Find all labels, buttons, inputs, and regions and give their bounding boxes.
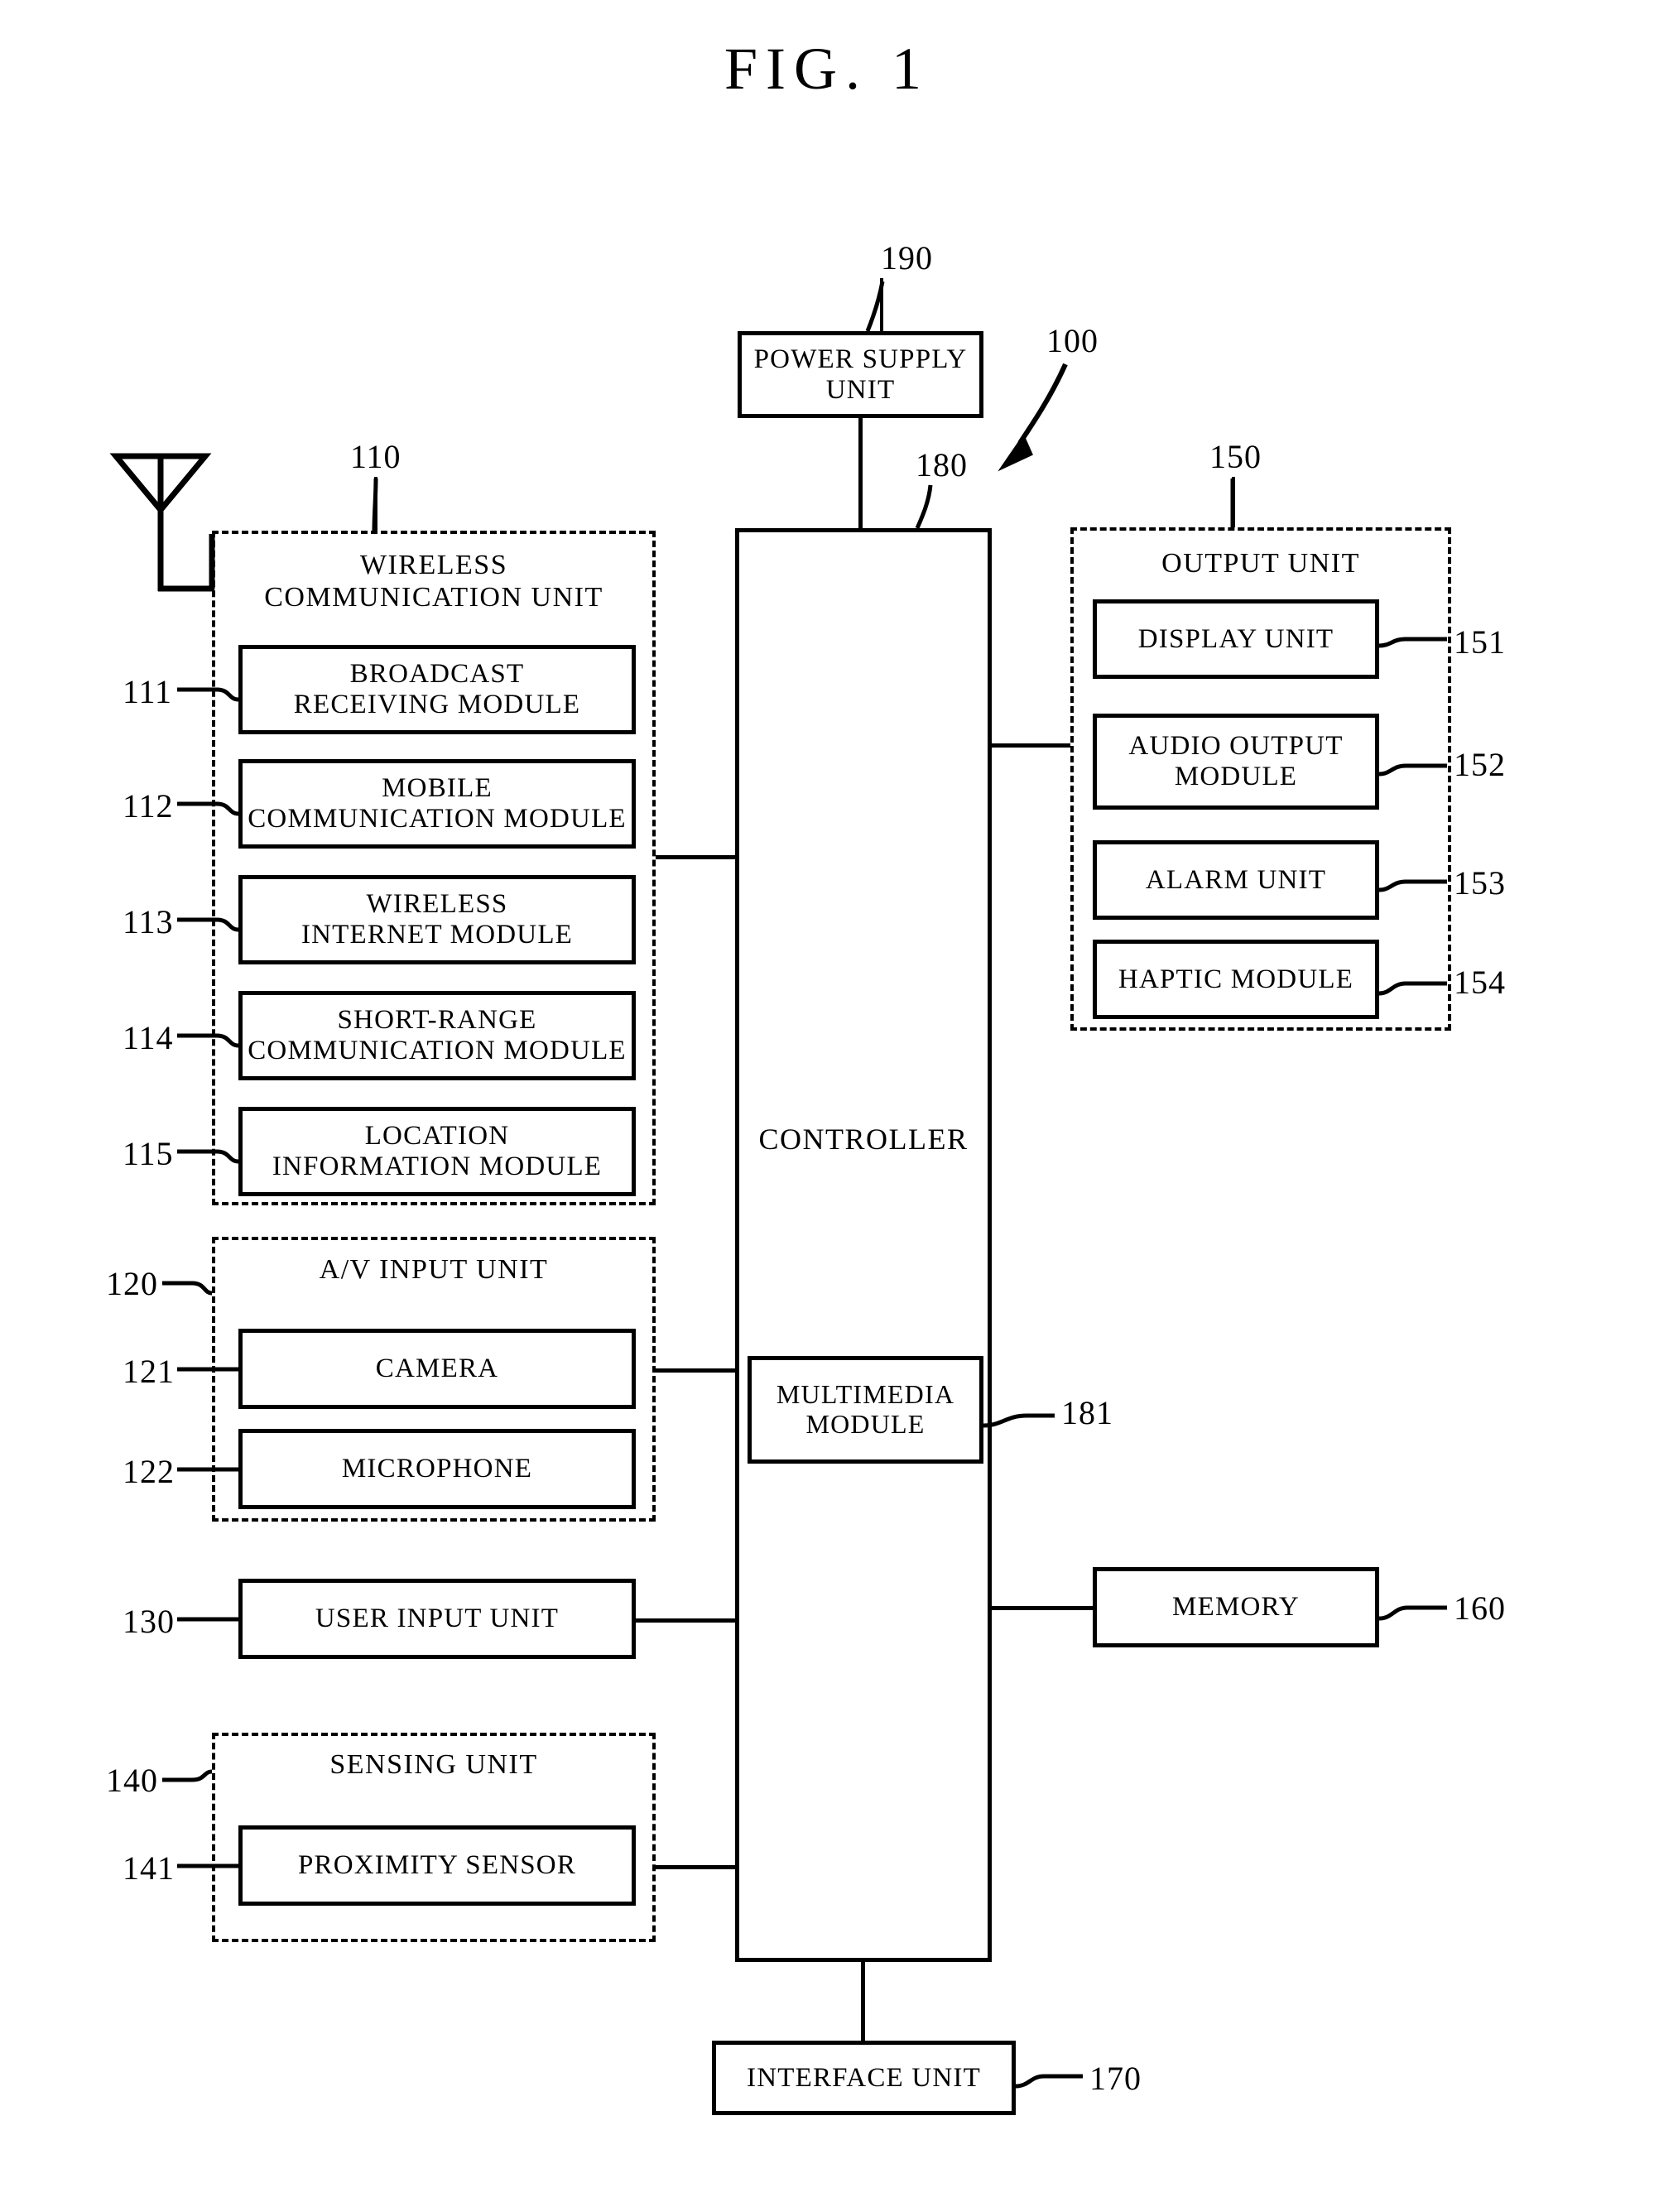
ref-190: 190 [881, 239, 933, 276]
proximity-sensor-label: PROXIMITY SENSOR [297, 1850, 577, 1881]
sensing-to-controller-line [656, 1865, 735, 1869]
multimedia-module-label-line1: MULTIMEDIA [776, 1379, 955, 1410]
antenna-feed-line [157, 510, 215, 592]
audio-output-module-label-line1: AUDIO OUTPUT [1128, 731, 1344, 762]
mobile-communication-module-label-line2: COMMUNICATION MODULE [248, 804, 627, 834]
ref-113: 113 [123, 903, 174, 940]
audio-output-module-box[interactable]: AUDIO OUTPUT MODULE [1093, 714, 1379, 810]
location-information-module-label-line1: LOCATION [364, 1121, 510, 1152]
proximity-sensor-box[interactable]: PROXIMITY SENSOR [238, 1825, 636, 1906]
wireless-internet-module-label-line2: INTERNET MODULE [301, 920, 574, 950]
mobile-communication-module-label-line1: MOBILE [382, 773, 493, 804]
multimedia-module-label-line2: MODULE [805, 1409, 926, 1439]
broadcast-receiving-module-label-line2: RECEIVING MODULE [293, 690, 581, 719]
display-unit-box[interactable]: DISPLAY UNIT [1093, 599, 1379, 679]
figure-canvas: FIG. 1 POWER SUPPLY UNIT 190 100 CONTROL… [0, 0, 1654, 2212]
short-range-communication-module-label-line2: COMMUNICATION MODULE [248, 1036, 627, 1065]
alarm-unit-box[interactable]: ALARM UNIT [1093, 840, 1379, 920]
short-range-communication-module-label-line1: SHORT-RANGE [337, 1005, 537, 1036]
wireless-communication-unit-group [212, 531, 656, 1205]
ref-110: 110 [350, 438, 401, 475]
camera-label: CAMERA [375, 1354, 499, 1384]
antenna-icon [109, 453, 212, 579]
camera-box[interactable]: CAMERA [238, 1329, 636, 1409]
controller-to-interface-line [861, 1962, 865, 2041]
alarm-unit-label: ALARM UNIT [1145, 864, 1327, 895]
ref-181-leader [983, 1413, 1055, 1428]
power-supply-unit-box[interactable]: POWER SUPPLY UNIT [738, 331, 983, 418]
controller-label: CONTROLLER [758, 1123, 969, 1156]
user-input-to-controller-line [636, 1618, 735, 1623]
mobile-communication-module-box[interactable]: MOBILE COMMUNICATION MODULE [238, 759, 636, 849]
user-input-unit-box[interactable]: USER INPUT UNIT [238, 1579, 636, 1659]
ref-170: 170 [1089, 2060, 1142, 2097]
controller-to-memory-line [992, 1606, 1093, 1610]
ref-114: 114 [123, 1019, 174, 1056]
ref-140: 140 [106, 1762, 158, 1799]
ref-154: 154 [1454, 964, 1506, 1001]
controller-to-output-line [992, 743, 1070, 748]
user-input-unit-label: USER INPUT UNIT [315, 1604, 560, 1634]
ref-152: 152 [1454, 746, 1506, 783]
short-range-communication-module-box[interactable]: SHORT-RANGE COMMUNICATION MODULE [238, 991, 636, 1080]
ref-150: 150 [1209, 438, 1262, 475]
figure-title: FIG. 1 [724, 36, 930, 102]
wireless-communication-unit-title-line2: COMMUNICATION UNIT [264, 581, 603, 613]
ref-111: 111 [123, 673, 173, 710]
power-to-controller-line [858, 418, 863, 528]
wireless-communication-unit-title-line1: WIRELESS [359, 550, 508, 580]
broadcast-receiving-module-label-line1: BROADCAST [349, 659, 525, 690]
location-information-module-box[interactable]: LOCATION INFORMATION MODULE [238, 1107, 636, 1196]
ref-151: 151 [1454, 623, 1506, 661]
ref-115: 115 [123, 1135, 174, 1172]
multimedia-module-box[interactable]: MULTIMEDIA MODULE [748, 1356, 983, 1464]
haptic-module-label: HAPTIC MODULE [1118, 964, 1354, 994]
controller-box[interactable] [735, 528, 992, 1962]
wireless-to-controller-line [656, 855, 735, 859]
ref-160: 160 [1454, 1589, 1506, 1627]
ref-180: 180 [916, 446, 968, 483]
memory-label: MEMORY [1172, 1592, 1300, 1623]
ref-160-leader [1378, 1605, 1447, 1621]
ref-153: 153 [1454, 864, 1506, 902]
ref-150-leader [1232, 477, 1235, 527]
memory-box[interactable]: MEMORY [1093, 1567, 1379, 1647]
ref-140-leader [162, 1769, 213, 1782]
ref-120-leader [162, 1281, 213, 1296]
audio-output-module-label-line2: MODULE [1174, 762, 1298, 791]
power-supply-unit-label-line2: UNIT [825, 374, 896, 405]
ref-180-leader [915, 484, 933, 530]
location-information-module-label-line2: INFORMATION MODULE [272, 1152, 603, 1181]
ref-100: 100 [1046, 322, 1099, 359]
av-input-to-controller-line [656, 1368, 735, 1373]
system-ref-arrow [998, 363, 1068, 472]
ref-122: 122 [123, 1453, 175, 1490]
ref-141: 141 [123, 1849, 175, 1887]
power-supply-unit-label-line1: POWER SUPPLY [753, 344, 968, 374]
haptic-module-box[interactable]: HAPTIC MODULE [1093, 940, 1379, 1019]
wireless-communication-unit-title: WIRELESS COMMUNICATION UNIT [212, 550, 656, 614]
ref-190-leader [880, 278, 883, 331]
wireless-internet-module-label-line1: WIRELESS [366, 889, 508, 920]
broadcast-receiving-module-box[interactable]: BROADCAST RECEIVING MODULE [238, 645, 636, 734]
sensing-unit-title: SENSING UNIT [329, 1749, 538, 1780]
ref-120: 120 [106, 1265, 158, 1302]
output-unit-title: OUTPUT UNIT [1161, 548, 1360, 579]
av-input-unit-title: A/V INPUT UNIT [319, 1254, 549, 1285]
ref-121: 121 [123, 1353, 175, 1390]
ref-170-leader [1015, 2074, 1083, 2089]
display-unit-label: DISPLAY UNIT [1137, 623, 1334, 654]
interface-unit-label: INTERFACE UNIT [747, 2062, 981, 2093]
wireless-internet-module-box[interactable]: WIRELESS INTERNET MODULE [238, 875, 636, 964]
ref-181: 181 [1061, 1394, 1113, 1431]
microphone-label: MICROPHONE [341, 1454, 533, 1484]
ref-130: 130 [123, 1603, 175, 1640]
ref-112: 112 [123, 787, 174, 825]
microphone-box[interactable]: MICROPHONE [238, 1429, 636, 1509]
interface-unit-box[interactable]: INTERFACE UNIT [712, 2041, 1016, 2115]
ref-110-leader [374, 477, 377, 531]
